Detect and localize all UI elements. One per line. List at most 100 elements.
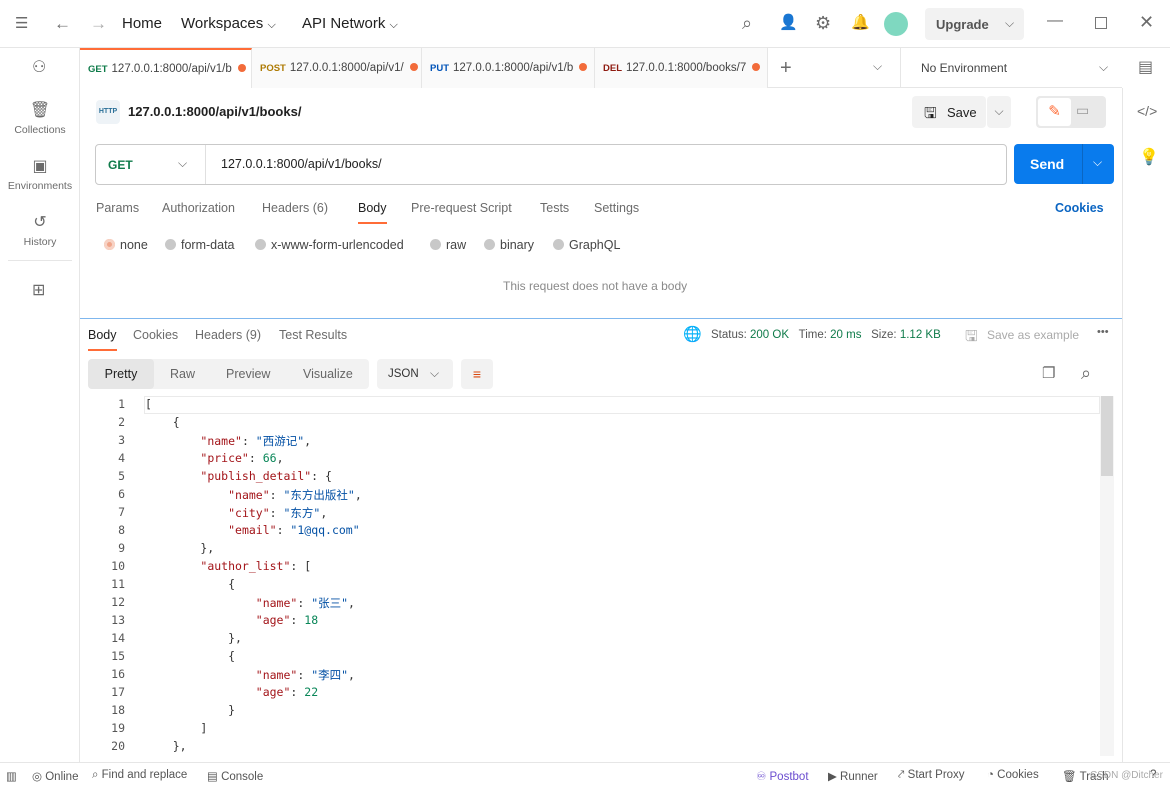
json-key: "name": [255, 596, 298, 610]
send-options-chevron-icon[interactable]: ⌵: [1093, 155, 1102, 170]
view-visualize[interactable]: Visualize: [303, 367, 353, 381]
response-tab-headers[interactable]: Headers (9): [195, 328, 261, 342]
avatar[interactable]: [884, 12, 908, 36]
forward-icon[interactable]: →: [90, 15, 107, 32]
online-status[interactable]: ◎ Online: [32, 769, 78, 783]
code-line: {: [145, 577, 235, 591]
pane-divider[interactable]: [80, 318, 1122, 319]
size-value[interactable]: 1.12 KB: [900, 329, 941, 341]
view-pretty[interactable]: Pretty: [88, 359, 154, 389]
sidebar-item-label: History: [23, 236, 57, 248]
tab-tests[interactable]: Tests: [540, 201, 569, 215]
save-icon: 🖫: [965, 328, 978, 345]
response-body-editor[interactable]: 1 [2 {3 "name": "西游记", 4 "price": 66, 5 "pu…: [80, 396, 1100, 756]
lightbulb-icon[interactable]: 💡: [1139, 150, 1159, 166]
more-options-icon[interactable]: •••: [1097, 326, 1109, 338]
status-value[interactable]: 200 OK: [750, 329, 789, 341]
radio-label: x-www-form-urlencoded: [271, 238, 404, 252]
line-number: 20: [111, 739, 125, 753]
comment-icon[interactable]: ▭: [1076, 102, 1089, 119]
radio-form-data[interactable]: form-data: [165, 238, 235, 252]
http-icon: HTTP: [96, 100, 120, 124]
upgrade-button[interactable]: Upgrade ⌵: [925, 8, 1024, 40]
menu-icon[interactable]: ☰: [15, 16, 28, 31]
request-tab[interactable]: PUT 127.0.0.1:8000/api/v1/b: [422, 48, 595, 88]
cookies-button[interactable]: ◔ Cookies: [987, 769, 1039, 781]
workspaces-menu[interactable]: Workspaces ⌵: [181, 15, 276, 32]
save-options-chevron-icon[interactable]: ⌵: [987, 96, 1011, 128]
help-icon[interactable]: ?: [1150, 769, 1156, 781]
line-number: 14: [111, 631, 125, 645]
start-proxy-button[interactable]: ⤤ Start Proxy: [898, 769, 965, 782]
invite-user-icon[interactable]: 👤: [779, 15, 798, 30]
radio-raw[interactable]: raw: [430, 238, 466, 252]
edit-pencil-icon[interactable]: ✎: [1038, 98, 1071, 126]
view-raw[interactable]: Raw: [170, 367, 195, 381]
response-tab-body[interactable]: Body: [88, 328, 117, 351]
save-button[interactable]: 🖫 Save: [912, 96, 986, 128]
environment-quick-look-icon[interactable]: ▤: [1138, 60, 1153, 76]
radio-graphql[interactable]: GraphQL: [553, 238, 620, 252]
close-icon[interactable]: ✕: [1139, 13, 1154, 31]
response-tab-test-results[interactable]: Test Results: [279, 328, 347, 342]
save-as-example-button[interactable]: Save as example: [987, 328, 1079, 342]
tabs-chevron-down-icon[interactable]: ⌵: [873, 60, 882, 72]
postbot-button[interactable]: ♾ Postbot: [756, 769, 809, 783]
view-preview[interactable]: Preview: [226, 367, 270, 381]
maximize-icon[interactable]: [1095, 17, 1107, 29]
search-icon[interactable]: ⌕: [1081, 364, 1091, 382]
request-tab[interactable]: POST 127.0.0.1:8000/api/v1/: [252, 48, 422, 88]
radio-none[interactable]: none: [104, 238, 148, 252]
back-icon[interactable]: ←: [54, 15, 71, 32]
wrap-lines-icon[interactable]: ≡: [461, 359, 493, 389]
gear-icon[interactable]: ⚙: [815, 14, 831, 32]
tab-settings[interactable]: Settings: [594, 201, 639, 215]
runner-label: Runner: [840, 771, 878, 783]
console-button[interactable]: ▤ Console: [207, 769, 263, 783]
copy-icon[interactable]: ❐: [1042, 366, 1055, 381]
scrollbar-thumb[interactable]: [1101, 396, 1113, 476]
response-tab-cookies[interactable]: Cookies: [133, 328, 178, 342]
json-punctuation: [145, 451, 200, 465]
search-icon[interactable]: ⌕: [742, 14, 752, 32]
apps-icon[interactable]: ⊞: [32, 283, 45, 299]
json-punctuation: [145, 469, 200, 483]
runner-button[interactable]: ▶ Runner: [828, 769, 878, 783]
environment-selector[interactable]: No Environment ⌵: [900, 48, 1122, 88]
method-select[interactable]: GET ⌵: [96, 145, 206, 184]
tab-params[interactable]: Params: [96, 201, 139, 215]
globe-icon[interactable]: 🌐: [683, 327, 702, 342]
minimize-icon[interactable]: —: [1047, 13, 1063, 29]
sidebar-item-environments[interactable]: ▣ Environments: [0, 156, 80, 192]
new-tab-plus-icon[interactable]: +: [780, 58, 792, 78]
url-input[interactable]: 127.0.0.1:8000/api/v1/books/: [221, 157, 382, 171]
home-link[interactable]: Home: [122, 15, 162, 32]
find-replace-button[interactable]: ⌕ Find and replace: [92, 769, 187, 782]
radio-x-www-form-urlencoded[interactable]: x-www-form-urlencoded: [255, 238, 404, 252]
cookies-link[interactable]: Cookies: [1055, 201, 1104, 215]
sidebar-item-collections[interactable]: 🗑 Collections: [0, 100, 80, 136]
scrollbar[interactable]: [1100, 396, 1114, 756]
api-network-menu[interactable]: API Network ⌵: [302, 15, 398, 32]
sidebar-item-history[interactable]: ↺ History: [0, 212, 80, 248]
json-punctuation: :: [241, 434, 256, 448]
request-tab[interactable]: DEL 127.0.0.1:8000/books/7: [595, 48, 768, 88]
toggle-sidebar-icon[interactable]: ▥: [6, 769, 17, 783]
radio-binary[interactable]: binary: [484, 238, 534, 252]
request-name[interactable]: 127.0.0.1:8000/api/v1/books/: [128, 104, 301, 119]
user-icon[interactable]: ⚇: [32, 60, 46, 76]
tab-authorization[interactable]: Authorization: [162, 201, 235, 215]
tab-pre-request-script[interactable]: Pre-request Script: [411, 201, 512, 215]
bell-icon[interactable]: 🔔: [851, 15, 870, 30]
code-icon[interactable]: </>: [1137, 104, 1157, 118]
console-label: Console: [221, 771, 264, 783]
tab-headers[interactable]: Headers (6): [262, 201, 328, 215]
send-button[interactable]: Send ⌵: [1014, 144, 1114, 184]
radio-label: binary: [500, 238, 535, 252]
format-value: JSON: [388, 368, 419, 380]
format-select[interactable]: JSON ⌵: [377, 359, 453, 389]
tab-body[interactable]: Body: [358, 201, 387, 224]
request-tab[interactable]: GET 127.0.0.1:8000/api/v1/b: [80, 48, 252, 88]
mode-toggle: ✎ ▭: [1036, 96, 1106, 128]
time-value[interactable]: 20 ms: [830, 329, 861, 341]
